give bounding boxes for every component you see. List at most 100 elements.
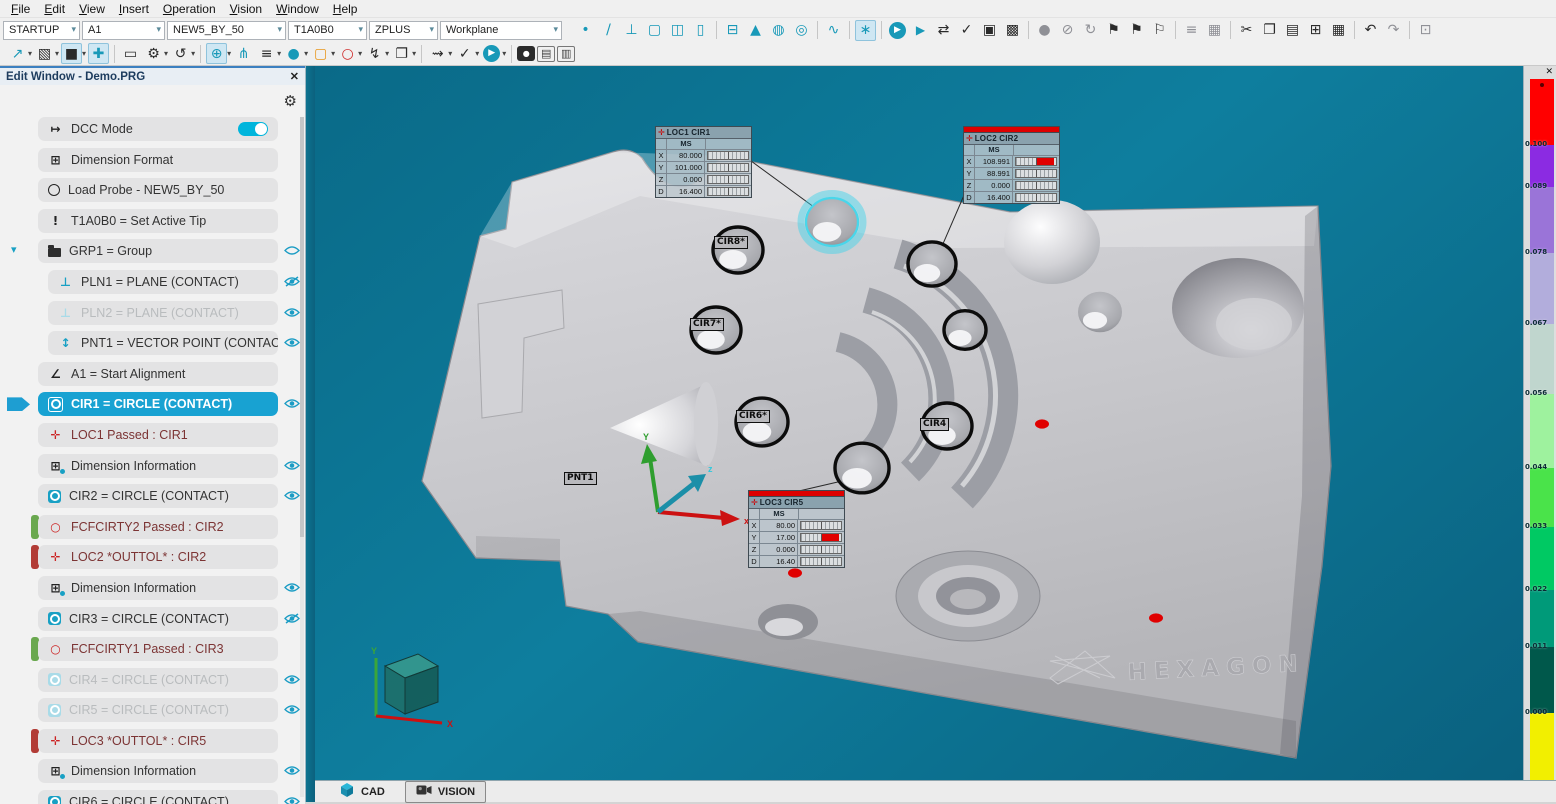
command-item[interactable]: ↕PNT1 = VECTOR POINT (CONTAC — [48, 331, 278, 355]
chevron-down-icon[interactable]: ▾ — [71, 25, 76, 35]
close-icon[interactable]: ✕ — [290, 70, 299, 83]
chevron-down-icon[interactable]: ▾ — [475, 49, 479, 58]
view-orientation-icon[interactable]: ↗ — [7, 43, 28, 64]
alignment-combo[interactable]: A1▾ — [82, 21, 165, 40]
chevron-down-icon[interactable]: ▾ — [227, 49, 231, 58]
report-badge2-icon[interactable]: ▥ — [557, 46, 575, 62]
surface-mode-icon[interactable]: ● — [283, 43, 304, 64]
chevron-down-icon[interactable]: ▾ — [412, 49, 416, 58]
chevron-down-icon[interactable]: ▾ — [82, 49, 86, 58]
copy-icon[interactable]: ❐ — [1259, 20, 1280, 41]
command-item[interactable]: ⊥PLN2 = PLANE (CONTACT) — [48, 301, 278, 325]
command-item[interactable]: ⊞Dimension Information — [38, 576, 278, 600]
paste-special-icon[interactable]: ⊞ — [1305, 20, 1326, 41]
auto-feature-icon[interactable]: ∗ — [855, 20, 876, 41]
orientation-cube[interactable]: Y X — [371, 646, 453, 729]
command-item[interactable]: CIR1 = CIRCLE (CONTACT) — [38, 392, 278, 416]
command-item[interactable]: ⊞Dimension Information — [38, 454, 278, 478]
circle-select-icon[interactable]: ○ — [337, 43, 358, 64]
chevron-down-icon[interactable]: ▾ — [304, 49, 308, 58]
command-item[interactable]: CIR5 = CIRCLE (CONTACT) — [38, 698, 278, 722]
menu-insert[interactable]: Insert — [112, 1, 156, 17]
command-item[interactable]: ○FCFCIRTY1 Passed : CIR3 — [38, 637, 278, 661]
report-list-icon[interactable]: ≡ — [1181, 20, 1202, 41]
command-item[interactable]: ∠A1 = Start Alignment — [38, 362, 278, 386]
command-item[interactable]: !T1A0B0 = Set Active Tip — [38, 209, 278, 233]
sidebar-scrollbar[interactable] — [300, 117, 304, 797]
menu-vision[interactable]: Vision — [223, 1, 269, 17]
execute-icon[interactable]: ▶ — [889, 22, 906, 39]
workplane-label-combo[interactable]: Workplane▾ — [440, 21, 562, 40]
stop-icon[interactable]: ● — [1034, 20, 1055, 41]
command-item[interactable]: ✛LOC1 Passed : CIR1 — [38, 423, 278, 447]
wireframe-view-icon[interactable]: ▧ — [34, 43, 55, 64]
chevron-down-icon[interactable]: ▾ — [358, 49, 362, 58]
execute-feature-icon[interactable]: ▶ — [910, 20, 931, 41]
dcc-mode-toggle[interactable] — [238, 122, 268, 136]
chevron-down-icon[interactable]: ▾ — [55, 49, 59, 58]
no-stop-icon[interactable]: ⊘ — [1057, 20, 1078, 41]
command-item[interactable]: ⊞Dimension Format — [38, 148, 278, 172]
command-item[interactable]: ↦DCC Mode — [38, 117, 278, 141]
eye-icon[interactable] — [283, 305, 300, 320]
cad-viewport[interactable]: HEXAGON x Y z Y X CIR8*CIR7*CIR6*CIR4PNT… — [315, 66, 1556, 780]
command-item[interactable]: ○FCFCIRTY2 Passed : CIR2 — [38, 515, 278, 539]
probe-combo[interactable]: NEW5_BY_50▾ — [167, 21, 286, 40]
eye-icon[interactable] — [283, 763, 300, 778]
pan-icon[interactable]: ✚ — [88, 43, 109, 64]
chevron-down-icon[interactable]: ▾ — [156, 25, 161, 35]
probe-mode-icon[interactable]: ⊕ — [206, 43, 227, 64]
line-icon[interactable]: / — [598, 20, 619, 41]
chevron-down-icon[interactable]: ▾ — [502, 49, 506, 58]
square-slot-icon[interactable]: ▯ — [690, 20, 711, 41]
round-slot-icon[interactable]: ◫ — [667, 20, 688, 41]
chevron-down-icon[interactable]: ▾ — [277, 25, 282, 35]
chevron-down-icon[interactable]: ▾ — [11, 243, 17, 256]
chevron-down-icon[interactable]: ▾ — [448, 49, 452, 58]
eye-icon[interactable] — [283, 488, 300, 503]
loc3-callout[interactable]: ✛LOC3 CIR5MSX80.00Y17.00Z0.000D16.40 — [748, 490, 845, 568]
bookmark-icon[interactable]: ⚑ — [1103, 20, 1124, 41]
redo-icon[interactable]: ↷ — [1383, 20, 1404, 41]
path-lines-icon[interactable]: ↯ — [364, 43, 385, 64]
menu-view[interactable]: View — [72, 1, 112, 17]
command-item[interactable]: ⊞Dimension Information — [38, 759, 278, 783]
report-badge-icon[interactable]: ▤ — [537, 46, 555, 62]
cut-icon[interactable]: ✂ — [1236, 20, 1257, 41]
menu-operation[interactable]: Operation — [156, 1, 223, 17]
settings-gears-icon[interactable]: ⚙ — [143, 43, 164, 64]
eye-off-icon[interactable] — [283, 611, 300, 626]
torus-icon[interactable]: ◎ — [791, 20, 812, 41]
tab-cad[interactable]: CAD — [329, 782, 395, 802]
pattern-icon[interactable]: ▦ — [1328, 20, 1349, 41]
loop-icon[interactable]: ⇄ — [933, 20, 954, 41]
command-item[interactable]: CIR3 = CIRCLE (CONTACT) — [38, 607, 278, 631]
clearance-icon[interactable]: ❐ — [391, 43, 412, 64]
eye-off-icon[interactable] — [283, 274, 300, 289]
eye-icon[interactable] — [283, 396, 300, 411]
doc-skip-icon[interactable]: ▩ — [1002, 20, 1023, 41]
command-item[interactable]: CIR4 = CIRCLE (CONTACT) — [38, 668, 278, 692]
path-gear-icon[interactable]: ⇝ — [427, 43, 448, 64]
chevron-down-icon[interactable]: ▾ — [553, 25, 558, 35]
menu-edit[interactable]: Edit — [37, 1, 72, 17]
circle-tool-icon[interactable]: ▢ — [644, 20, 665, 41]
bookmark-clear-icon[interactable]: ⚐ — [1149, 20, 1170, 41]
chevron-down-icon[interactable]: ▾ — [331, 49, 335, 58]
solid-view-icon[interactable]: ■ — [61, 43, 82, 64]
cone-icon[interactable]: ▲ — [745, 20, 766, 41]
menu-window[interactable]: Window — [269, 1, 326, 17]
plane-icon[interactable]: ⊥ — [621, 20, 642, 41]
play-icon[interactable]: ▶ — [483, 45, 500, 62]
routine-combo[interactable]: STARTUP▾ — [3, 21, 80, 40]
command-item[interactable]: ✛LOC2 *OUTTOL* : CIR2 — [38, 545, 278, 569]
box-select-icon[interactable]: ▢ — [310, 43, 331, 64]
command-item[interactable]: GRP1 = Group — [38, 239, 278, 263]
feature-list-icon[interactable]: ≡ — [256, 43, 277, 64]
menu-file[interactable]: File — [4, 1, 37, 17]
eye-icon[interactable] — [283, 794, 300, 804]
print-icon[interactable]: ⊡ — [1415, 20, 1436, 41]
eye-icon[interactable] — [283, 672, 300, 687]
close-icon[interactable]: ✕ — [1545, 67, 1553, 77]
report-grid-icon[interactable]: ▦ — [1204, 20, 1225, 41]
